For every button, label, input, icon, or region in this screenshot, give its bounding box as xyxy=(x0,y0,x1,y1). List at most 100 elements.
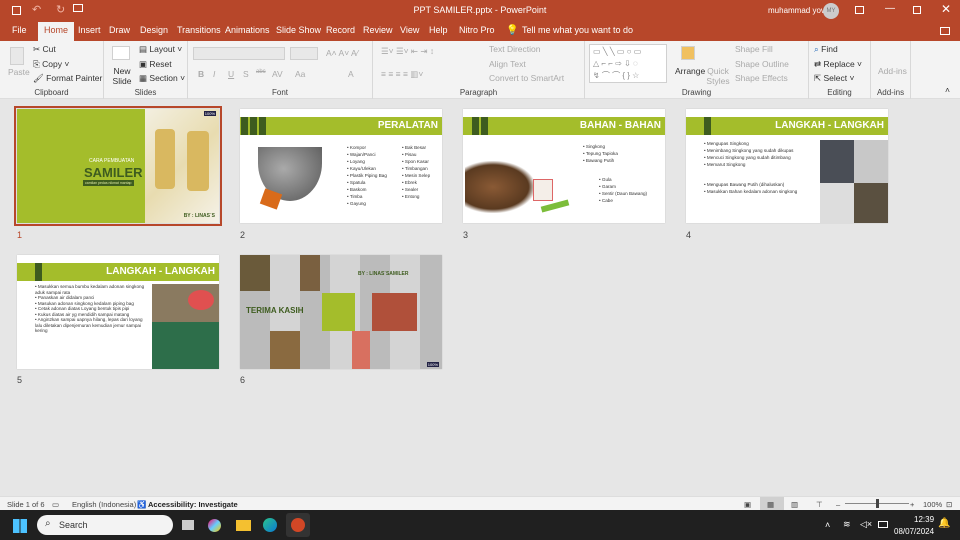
slideshow-view-icon[interactable]: ⊤ xyxy=(816,500,823,509)
convert-smartart-button[interactable]: Convert to SmartArt xyxy=(489,73,564,83)
powerpoint-icon[interactable] xyxy=(286,513,310,537)
tab-review[interactable]: Review xyxy=(363,25,393,35)
minimize-icon[interactable]: — xyxy=(885,3,895,14)
format-painter-button[interactable]: 🖌 Format Painter xyxy=(33,73,102,84)
windows-start-icon[interactable] xyxy=(13,519,27,533)
shadow-button[interactable]: S xyxy=(243,69,249,79)
avatar[interactable]: MY xyxy=(823,3,839,19)
shape-fill-button[interactable]: Shape Fill xyxy=(735,44,773,54)
ribbon-display-icon[interactable] xyxy=(855,6,864,14)
select-button[interactable]: ⇱ Select ˅ xyxy=(814,73,854,84)
tab-insert[interactable]: Insert xyxy=(78,25,101,35)
addins-button[interactable]: Add-ins xyxy=(878,66,907,76)
new-slide-button[interactable]: New Slide xyxy=(111,66,133,86)
bullet-list: Mengupas SingkongMenimbang Singkong yang… xyxy=(704,140,794,168)
collapse-ribbon-icon[interactable]: ˄ xyxy=(945,85,950,95)
reading-view-icon[interactable]: ▥ xyxy=(791,500,798,509)
onion-image xyxy=(540,199,570,213)
notification-bell-icon[interactable]: 🔔 xyxy=(938,518,950,529)
normal-view-icon[interactable]: ▣ xyxy=(744,500,751,509)
tab-view[interactable]: View xyxy=(400,25,419,35)
slide-number-6: 6 xyxy=(240,375,246,385)
replace-button[interactable]: ⇄ Replace ˅ xyxy=(814,59,862,70)
tab-slide-show[interactable]: Slide Show xyxy=(276,25,321,35)
restore-icon[interactable] xyxy=(913,6,921,14)
tab-home[interactable]: Home xyxy=(38,22,75,41)
bold-button[interactable]: B xyxy=(198,69,204,79)
align-buttons[interactable]: ≡ ≡ ≡ ≡ ▥˅ xyxy=(381,69,423,80)
file-explorer-icon[interactable] xyxy=(236,520,251,531)
underline-button[interactable]: U xyxy=(228,69,234,79)
task-view-icon[interactable] xyxy=(182,520,194,530)
zoom-slider-thumb[interactable] xyxy=(876,499,879,508)
slide-sorter-view-icon[interactable]: ▦ xyxy=(760,497,784,510)
tab-nitro-pro[interactable]: Nitro Pro xyxy=(459,25,495,35)
edge-icon[interactable] xyxy=(263,518,277,532)
comments-icon[interactable] xyxy=(940,27,950,35)
font-size-buttons[interactable]: A˄ A˅ A⁄ xyxy=(326,48,358,58)
font-name-input[interactable] xyxy=(193,47,285,60)
slide-header: LANGKAH - LANGKAH xyxy=(17,263,219,281)
align-text-button[interactable]: Align Text xyxy=(489,59,526,69)
zoom-in-button[interactable]: + xyxy=(910,500,914,509)
fit-slide-icon[interactable]: ⊡ xyxy=(946,500,952,509)
copy-button[interactable]: ⎘ Copy ˅ xyxy=(33,59,69,70)
char-spacing-button[interactable]: AV xyxy=(272,69,283,79)
zoom-level[interactable]: 100% xyxy=(923,500,942,509)
tab-animations[interactable]: Animations xyxy=(225,25,270,35)
tell-me-search[interactable]: Tell me what you want to do xyxy=(522,25,633,35)
bullet-item: Mengupas Singkong xyxy=(704,140,793,147)
paste-button[interactable]: Paste xyxy=(8,67,30,77)
layout-button[interactable]: ▤ Layout ˅ xyxy=(139,44,182,55)
tab-file[interactable]: File xyxy=(12,25,27,35)
volume-muted-icon[interactable]: ◁× xyxy=(860,519,872,530)
reset-button[interactable]: ▣ Reset xyxy=(139,59,172,70)
arrange-button[interactable]: Arrange xyxy=(675,66,705,76)
clock-time[interactable]: 12:39 xyxy=(914,515,934,524)
editing-label: Editing xyxy=(827,88,852,97)
copilot-icon[interactable] xyxy=(208,519,221,532)
bullet-item: Wajan/Panci xyxy=(347,151,387,158)
bullet-list: Masukkan semua bumbu kedalam adonan sing… xyxy=(35,284,147,334)
italic-button[interactable]: I xyxy=(213,69,215,79)
quick-styles-button[interactable]: Quick Styles xyxy=(705,66,731,86)
tab-design[interactable]: Design xyxy=(140,25,168,35)
slide-thumbnail-2[interactable]: PERALATAN KomporWajan/PanciLoyangKayu/Ul… xyxy=(240,109,442,223)
show-hidden-icons[interactable]: ˄ xyxy=(825,520,830,530)
accessibility-status[interactable]: Accessibility: Investigate xyxy=(148,500,238,509)
slide-title: BAHAN - BAHAN xyxy=(579,120,661,131)
notes-icon[interactable]: ▭ xyxy=(52,500,59,509)
shape-effects-button[interactable]: Shape Effects xyxy=(735,73,788,83)
taskbar-search[interactable]: ⌕ Search xyxy=(37,515,173,535)
tab-transitions[interactable]: Transitions xyxy=(177,25,221,35)
language[interactable]: English (Indonesia) xyxy=(72,500,136,509)
bullets-button[interactable]: ☰˅ ☰˅ ⇤ ⇥ ↕ xyxy=(381,46,434,57)
clock-date[interactable]: 08/07/2024 xyxy=(894,527,934,536)
cut-button[interactable]: ✂ Cut xyxy=(33,44,56,55)
strikethrough-button[interactable]: abc xyxy=(256,69,266,75)
slide-thumbnail-6[interactable]: TERIMA KASIH BY : LINAS`SAMILER 100% xyxy=(240,255,442,369)
font-color-button[interactable]: A xyxy=(348,69,354,79)
font-size-input[interactable] xyxy=(290,47,318,60)
tab-help[interactable]: Help xyxy=(429,25,448,35)
slide-author: BY : LINAS`SAMILER xyxy=(358,271,409,277)
shapes-gallery[interactable]: ▭ ╲ ╲ ▭ ○ ▭ △ ⌐ ⌐ ⇨ ⇩ ◌ ↯ ⌒ ⌒ { } ☆ xyxy=(589,44,667,83)
wifi-icon[interactable]: ≋ xyxy=(843,519,851,530)
shape-outline-button[interactable]: Shape Outline xyxy=(735,59,789,69)
zoom-out-button[interactable]: – xyxy=(836,500,840,509)
tab-draw[interactable]: Draw xyxy=(109,25,130,35)
battery-icon[interactable] xyxy=(878,521,888,528)
bullet-item: Bak Besar xyxy=(402,144,430,151)
close-icon[interactable]: ✕ xyxy=(941,2,951,16)
text-direction-button[interactable]: Text Direction xyxy=(489,44,541,54)
find-button[interactable]: ⌕ Find xyxy=(814,44,838,55)
slide-thumbnail-5[interactable]: LANGKAH - LANGKAH Masukkan semua bumbu k… xyxy=(17,255,219,369)
slide-thumbnail-3[interactable]: BAHAN - BAHAN SingkongTepung TapiokaBawa… xyxy=(463,109,665,223)
change-case-button[interactable]: Aa xyxy=(295,69,305,79)
slide-thumbnail-4[interactable]: LANGKAH - LANGKAH Mengupas SingkongMenim… xyxy=(686,109,888,223)
slide-thumbnail-1[interactable]: CARA PEMBUATAN SAMILER camilan pedas nik… xyxy=(14,106,222,226)
tab-record[interactable]: Record xyxy=(326,25,355,35)
section-button[interactable]: ▦ Section ˅ xyxy=(139,73,185,84)
cassava-image xyxy=(465,161,535,213)
bullet-item: Sentir (Daun Bawang) xyxy=(599,190,647,197)
